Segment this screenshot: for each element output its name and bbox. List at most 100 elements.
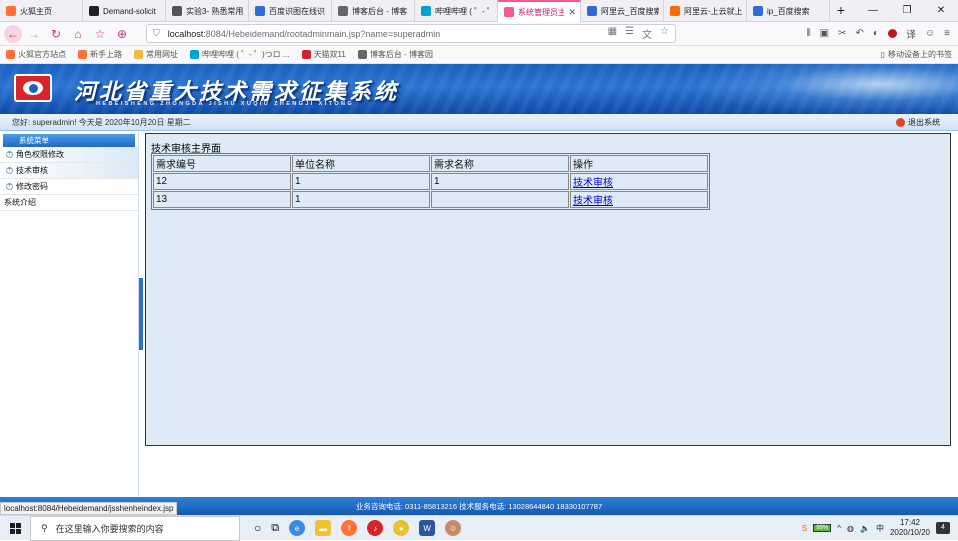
- bookmark-item[interactable]: 博客后台 - 博客园: [357, 49, 433, 60]
- shield-icon: ⛉: [153, 28, 160, 38]
- menu-item-tech-review[interactable]: + 技术审核: [0, 163, 138, 179]
- firefox-icon: [6, 6, 16, 16]
- screenshot-icon[interactable]: ✂: [838, 28, 846, 39]
- column-header: 需求名称: [431, 155, 569, 172]
- browser-tab[interactable]: 系统管理员主页面✕: [498, 0, 581, 22]
- browser-tab[interactable]: 阿里云_百度搜索: [581, 0, 664, 22]
- windows-taskbar: ⚲ 在这里输入你要搜索的内容 ○ ⧉ e ▬ f ♪ ● W ☺ S 99% ^…: [0, 515, 958, 541]
- firefox-taskbar-icon[interactable]: f: [341, 520, 358, 536]
- translate-icon[interactable]: 文: [642, 26, 652, 41]
- logout-link[interactable]: 退出系统: [896, 117, 958, 128]
- browser-tab[interactable]: Demand-solicit: [83, 0, 166, 22]
- cell-id: 12: [153, 173, 291, 190]
- restore-icon[interactable]: ❐: [890, 0, 924, 21]
- close-tab-icon[interactable]: ✕: [568, 7, 576, 18]
- volume-icon[interactable]: 🔈: [860, 524, 870, 533]
- bookmark-label: 新手上路: [90, 50, 122, 59]
- browser-tab[interactable]: 实验3- 熟悉常用: [166, 0, 249, 22]
- sougou-icon[interactable]: S: [802, 524, 807, 533]
- undo-icon[interactable]: ↶: [856, 28, 864, 39]
- menu-icon[interactable]: ≡: [944, 28, 950, 39]
- tray-arrow-icon[interactable]: ^: [837, 524, 841, 533]
- account-icon[interactable]: ⊕: [112, 24, 132, 44]
- favorite-icon[interactable]: ☆: [660, 26, 669, 41]
- word-icon[interactable]: W: [419, 520, 436, 536]
- review-table: 需求编号 单位名称 需求名称 操作 12 1 1 技术审核 13 1 技术审核: [151, 153, 710, 210]
- qq-browser-icon[interactable]: e: [289, 520, 306, 536]
- bilibili-icon: [190, 50, 199, 59]
- start-button[interactable]: [0, 516, 30, 541]
- clock[interactable]: 17:42 2020/10/20: [890, 518, 930, 538]
- translate-ext-icon[interactable]: 译: [906, 26, 916, 41]
- url-bar[interactable]: ⛉ localhost:8084/Hebeidemand/rootadminma…: [146, 24, 676, 43]
- reader-icon[interactable]: ☰: [625, 26, 634, 41]
- bookmark-star-icon[interactable]: ☆: [90, 24, 110, 44]
- netease-music-icon[interactable]: ♪: [367, 520, 384, 536]
- menu-item-role-permissions[interactable]: + 角色权限修改: [0, 147, 138, 163]
- reload-icon[interactable]: ↻: [46, 24, 66, 44]
- minimize-icon[interactable]: —: [856, 0, 890, 21]
- home-icon[interactable]: ⌂: [68, 24, 88, 44]
- banner-glow: [698, 64, 958, 114]
- browser-tab[interactable]: 百度识图在线识: [249, 0, 332, 22]
- browser-tab-strip: 火狐主页 Demand-solicit 实验3- 熟悉常用 百度识图在线识 博客后台 -…: [0, 0, 958, 22]
- cell-unit: 1: [292, 173, 430, 190]
- clock-time: 17:42: [899, 518, 920, 527]
- bookmarks-bar: 火狐官方站点 新手上路 常用网址 哔哩哔哩 ( ゜- ゜)つロ ... 天猫双11 博客后…: [0, 46, 958, 64]
- profile-icon[interactable]: ☺: [925, 28, 935, 39]
- tech-review-link[interactable]: 技术审核: [573, 196, 613, 207]
- firefox-icon: [78, 50, 87, 59]
- bookmark-item[interactable]: 新手上路: [78, 49, 122, 60]
- tab-label: ip_百度搜索: [767, 6, 810, 16]
- chrome-icon[interactable]: ●: [393, 520, 410, 536]
- mobile-bookmarks[interactable]: ▯ 移动设备上的书签: [881, 49, 958, 60]
- browser-tab[interactable]: 火狐主页: [0, 0, 83, 22]
- qr-code-icon[interactable]: ▦: [608, 26, 617, 41]
- language-icon[interactable]: 中: [876, 523, 884, 534]
- expand-icon: +: [6, 151, 13, 158]
- close-window-icon[interactable]: ✕: [924, 0, 958, 21]
- sidebar-icon[interactable]: ▣: [820, 28, 829, 39]
- browser-tab[interactable]: 阿里云-上云就上: [664, 0, 747, 22]
- menu-item-system-intro[interactable]: 系统介绍: [0, 195, 138, 211]
- toolbar-right: ⫴ ▣ ✂ ↶ ◐ 译 ☺ ≡: [806, 26, 958, 41]
- tab-label: 百度识图在线识: [269, 6, 325, 16]
- cell-unit: 1: [292, 191, 430, 208]
- bookmark-item[interactable]: 常用网址: [134, 49, 178, 60]
- taskbar-search[interactable]: ⚲ 在这里输入你要搜索的内容: [30, 515, 240, 541]
- mobile-icon: ▯: [880, 50, 885, 59]
- bookmark-item[interactable]: 哔哩哔哩 ( ゜- ゜)つロ ...: [190, 49, 290, 60]
- user-app-icon[interactable]: ☺: [445, 520, 462, 536]
- tab-label: 阿里云_百度搜索: [601, 6, 659, 16]
- bookmark-item[interactable]: 天猫双11: [301, 49, 346, 60]
- status-url-tooltip: localhost:8084/Hebeidemand/jsshenheindex…: [0, 502, 178, 515]
- browser-tab[interactable]: 博客后台 - 博客: [332, 0, 415, 22]
- task-view-icon[interactable]: ⧉: [271, 522, 279, 535]
- blog-icon: [338, 6, 348, 16]
- site-logo: [14, 74, 52, 102]
- cortana-icon[interactable]: ○: [254, 521, 261, 535]
- battery-indicator[interactable]: 99%: [813, 524, 832, 532]
- tab-label: 实验3- 熟悉常用: [186, 6, 244, 16]
- bookmark-label: 火狐官方站点: [18, 50, 66, 59]
- extension-icon[interactable]: ◐: [873, 28, 879, 39]
- tech-review-link[interactable]: 技术审核: [573, 178, 613, 189]
- logout-label: 退出系统: [908, 117, 940, 127]
- new-tab-button[interactable]: +: [830, 0, 852, 21]
- bookmark-item[interactable]: 火狐官方站点: [6, 49, 66, 60]
- file-explorer-icon[interactable]: ▬: [315, 520, 332, 536]
- network-icon[interactable]: ◍: [847, 524, 854, 533]
- back-icon[interactable]: ←: [4, 24, 22, 43]
- forward-icon[interactable]: →: [24, 24, 44, 44]
- library-icon[interactable]: ⫴: [806, 28, 810, 39]
- notifications-icon[interactable]: 4: [936, 522, 950, 534]
- column-header: 单位名称: [292, 155, 430, 172]
- navigation-bar: ← → ↻ ⌂ ☆ ⊕ ⛉ localhost:8084/Hebeidemand…: [0, 22, 958, 46]
- eye-icon: [23, 81, 43, 95]
- tab-list: 火狐主页 Demand-solicit 实验3- 熟悉常用 百度识图在线识 博客后台 -…: [0, 0, 830, 22]
- record-icon[interactable]: [887, 29, 897, 38]
- browser-tab[interactable]: 哔哩哔哩 ( ゜- ゜: [415, 0, 498, 22]
- page-icon: [504, 7, 514, 17]
- menu-item-change-password[interactable]: + 修改密码: [0, 179, 138, 195]
- browser-tab[interactable]: ip_百度搜索: [747, 0, 830, 22]
